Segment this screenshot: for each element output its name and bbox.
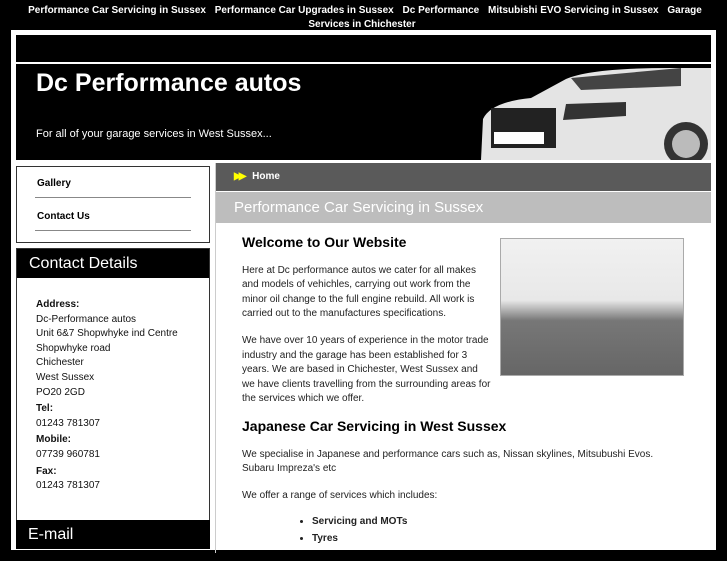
email-box: E-mail xyxy=(16,520,210,550)
address-line: Chichester xyxy=(36,357,84,369)
address-line: PO20 2GD xyxy=(36,386,85,398)
services-list: Servicing and MOTs Tyres xyxy=(312,515,685,546)
double-arrow-icon: ▶▶ xyxy=(234,171,247,182)
sidebar-nav: Gallery Contact Us xyxy=(16,166,210,243)
topnav-link[interactable]: Performance Car Servicing in Sussex xyxy=(28,5,206,16)
mobile-value: 07739 960781 xyxy=(36,448,100,460)
contact-details-box: Contact Details Address: Dc-Performance … xyxy=(16,248,210,522)
topnav-link[interactable]: Dc Performance xyxy=(403,5,480,16)
fax-label: Fax: xyxy=(36,465,57,477)
experience-paragraph: We have over 10 years of experience in t… xyxy=(242,334,491,405)
tel-value: 01243 781307 xyxy=(36,417,100,429)
left-sidebar: Gallery Contact Us Contact Details Addre… xyxy=(16,166,210,522)
sidebar-item-contact-us[interactable]: Contact Us xyxy=(35,204,191,231)
specialise-paragraph: We specialise in Japanese and performanc… xyxy=(242,448,654,475)
topnav-link[interactable]: Performance Car Upgrades in Sussex xyxy=(215,5,394,16)
address-line: Dc-Performance autos xyxy=(36,313,137,325)
right-edge xyxy=(716,30,727,545)
header-bar xyxy=(16,35,711,62)
tel-label: Tel: xyxy=(36,403,54,415)
address-line: Shopwhyke road xyxy=(36,342,111,354)
topnav-link[interactable]: Mitsubishi EVO Servicing in Sussex xyxy=(488,5,659,16)
service-item: Servicing and MOTs xyxy=(312,515,685,530)
top-navigation: Performance Car Servicing in Sussex Perf… xyxy=(0,0,727,30)
japanese-heading: Japanese Car Servicing in West Sussex xyxy=(242,417,507,434)
page-title: Performance Car Servicing in Sussex xyxy=(216,192,711,223)
car-image xyxy=(481,68,711,160)
service-item: Tyres xyxy=(312,532,685,547)
site-header: Dc Performance autos For all of your gar… xyxy=(16,64,711,160)
address-line: West Sussex xyxy=(36,371,95,383)
mobile-label: Mobile: xyxy=(36,434,71,446)
address-line: Unit 6&7 Shopwhyke ind Centre xyxy=(36,328,178,340)
services-intro: We offer a range of services which inclu… xyxy=(242,489,438,501)
tagline: For all of your garage services in West … xyxy=(36,128,272,140)
breadcrumb: ▶▶ Home xyxy=(216,163,711,191)
sidebar-item-gallery[interactable]: Gallery xyxy=(35,171,191,198)
breadcrumb-home[interactable]: Home xyxy=(252,171,280,182)
garage-photo xyxy=(500,238,684,376)
main-content: ▶▶ Home Performance Car Servicing in Sus… xyxy=(215,163,711,553)
address-label: Address: xyxy=(36,299,80,310)
fax-value: 01243 781307 xyxy=(36,480,100,492)
contact-details-heading: Contact Details xyxy=(17,249,209,278)
site-title: Dc Performance autos xyxy=(36,69,302,97)
intro-paragraph: Here at Dc performance autos we cater fo… xyxy=(242,264,476,320)
